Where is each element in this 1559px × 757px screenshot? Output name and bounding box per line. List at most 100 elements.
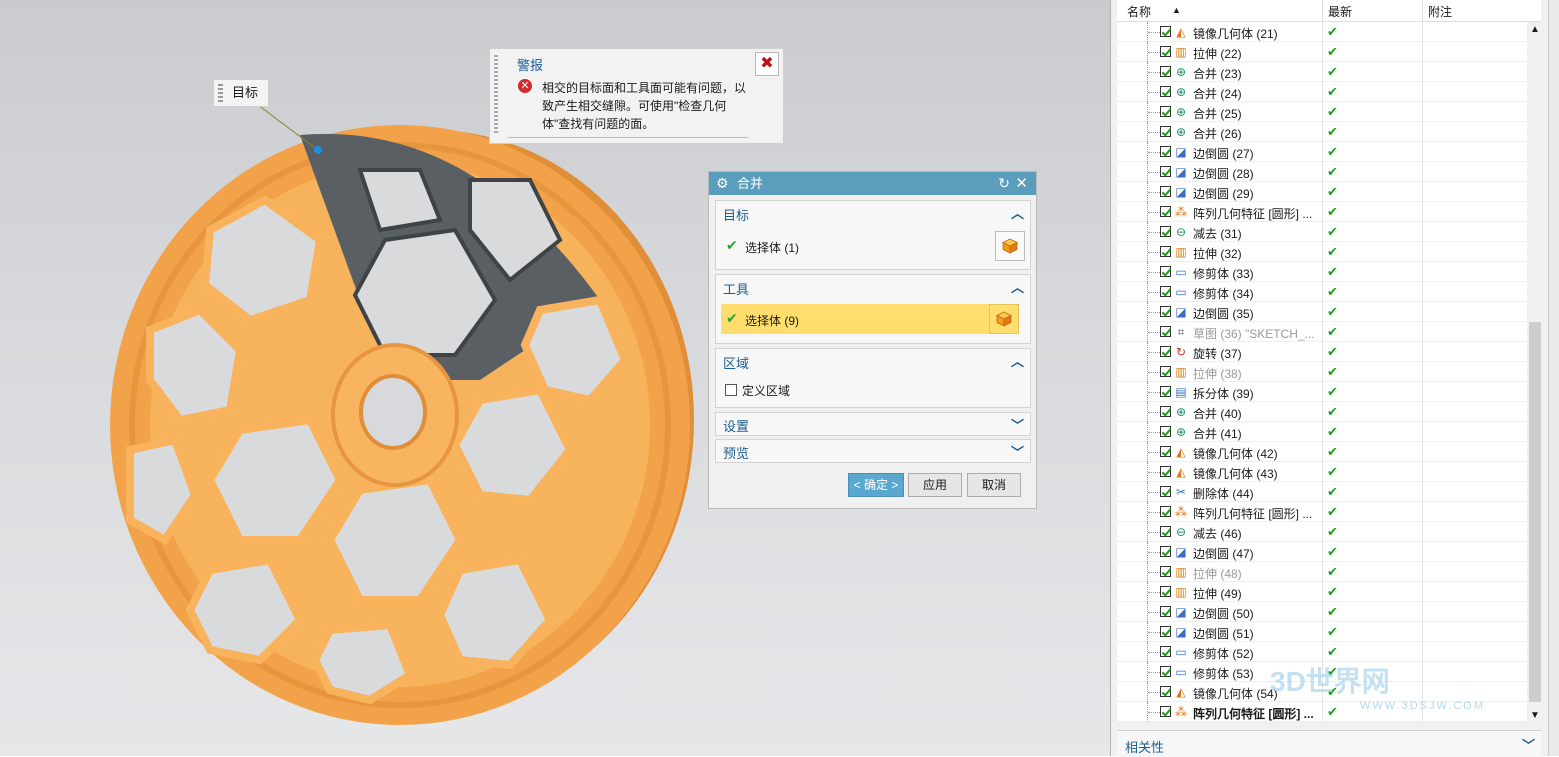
scroll-down-icon[interactable]: ▼ xyxy=(1530,710,1540,721)
tree-line xyxy=(1148,392,1160,393)
visibility-checkbox[interactable] xyxy=(1160,486,1171,497)
blend-icon: ◪ xyxy=(1175,545,1187,559)
drag-grip-icon[interactable] xyxy=(218,84,223,102)
drag-grip-icon[interactable] xyxy=(494,55,498,135)
tree-line xyxy=(1148,432,1160,433)
chevron-up-icon[interactable]: ︿ xyxy=(1011,203,1024,222)
graphics-window[interactable]: 目标 警报 ✕ 相交的目标面和工具面可能有问题，以致产生相交缝隙。可使用"检查几… xyxy=(0,0,1110,756)
resource-bar[interactable] xyxy=(1548,0,1559,756)
visibility-checkbox[interactable] xyxy=(1160,26,1171,37)
visibility-checkbox[interactable] xyxy=(1160,266,1171,277)
dependencies-panel-header[interactable]: 相关性 ﹀ xyxy=(1117,730,1541,757)
visibility-checkbox[interactable] xyxy=(1160,206,1171,217)
visibility-checkbox[interactable] xyxy=(1160,126,1171,137)
tree-line xyxy=(1148,652,1160,653)
blend-icon: ◪ xyxy=(1175,625,1187,639)
up-to-date-check-icon: ✔ xyxy=(1327,504,1338,519)
define-region-checkbox[interactable]: 定义区域 xyxy=(725,382,790,399)
visibility-checkbox[interactable] xyxy=(1160,46,1171,57)
visibility-checkbox[interactable] xyxy=(1160,106,1171,117)
section-title[interactable]: 区域 xyxy=(723,353,749,372)
cancel-button[interactable]: 取消 xyxy=(967,473,1021,497)
visibility-checkbox[interactable] xyxy=(1160,666,1171,677)
dialog-header[interactable]: ⚙ 合并 ↻ ✕ xyxy=(709,172,1036,195)
extrude-icon: ▥ xyxy=(1175,245,1187,259)
visibility-checkbox[interactable] xyxy=(1160,286,1171,297)
chevron-down-icon[interactable]: ﹀ xyxy=(1011,442,1024,461)
divider[interactable] xyxy=(1322,0,1323,21)
tree-line xyxy=(1148,252,1160,253)
ok-button[interactable]: < 确定 > xyxy=(848,473,904,497)
visibility-checkbox[interactable] xyxy=(1160,466,1171,477)
mirror-icon: ◭ xyxy=(1176,25,1186,39)
visibility-checkbox[interactable] xyxy=(1160,426,1171,437)
alert-close-button[interactable]: ✖ xyxy=(755,52,779,76)
visibility-checkbox[interactable] xyxy=(1160,406,1171,417)
column-name-header[interactable]: 名称 xyxy=(1127,3,1151,20)
visibility-checkbox[interactable] xyxy=(1160,246,1171,257)
alert-balloon: 警报 ✕ 相交的目标面和工具面可能有问题，以致产生相交缝隙。可使用"检查几何体"… xyxy=(489,48,784,144)
checkbox-box[interactable] xyxy=(725,384,737,396)
visibility-checkbox[interactable] xyxy=(1160,326,1171,337)
apply-button[interactable]: 应用 xyxy=(908,473,962,497)
chevron-down-icon[interactable]: ﹀ xyxy=(1522,735,1535,754)
chevron-up-icon[interactable]: ︿ xyxy=(1011,351,1024,370)
select-body-button[interactable] xyxy=(995,231,1025,261)
feature-name: 合并 (26) xyxy=(1193,127,1242,141)
visibility-checkbox[interactable] xyxy=(1160,686,1171,697)
gear-icon[interactable]: ⚙ xyxy=(716,172,729,195)
part-navigator: 名称 ▲ 最新 附注 ◭ 镜像几何体 (21) ✔ ▥ 拉伸 (22) ✔ ⊕ 合并 (23)… xyxy=(1110,0,1559,757)
target-select-body[interactable]: ✔ 选择体 (1) xyxy=(721,231,1025,261)
scroll-up-icon[interactable]: ▲ xyxy=(1530,24,1540,35)
visibility-checkbox[interactable] xyxy=(1160,66,1171,77)
visibility-checkbox[interactable] xyxy=(1160,566,1171,577)
visibility-checkbox[interactable] xyxy=(1160,86,1171,97)
visibility-checkbox[interactable] xyxy=(1160,346,1171,357)
up-to-date-check-icon: ✔ xyxy=(1327,344,1338,359)
select-body-button[interactable] xyxy=(989,304,1019,334)
mirror-icon: ◭ xyxy=(1176,685,1186,699)
visibility-checkbox[interactable] xyxy=(1160,366,1171,377)
scrollbar-thumb[interactable] xyxy=(1529,322,1541,702)
section-title[interactable]: 预览 xyxy=(723,443,749,462)
visibility-checkbox[interactable] xyxy=(1160,626,1171,637)
divider[interactable] xyxy=(1422,0,1423,21)
section-title[interactable]: 目标 xyxy=(723,205,749,224)
feature-name: 阵列几何特征 [圆形] ... xyxy=(1193,207,1313,221)
section-title[interactable]: 设置 xyxy=(723,416,749,435)
feature-name: 修剪体 (53) xyxy=(1193,667,1254,681)
visibility-checkbox[interactable] xyxy=(1160,546,1171,557)
tool-select-body[interactable]: ✔ 选择体 (9) xyxy=(721,304,1019,334)
visibility-checkbox[interactable] xyxy=(1160,446,1171,457)
alert-title: 警报 xyxy=(517,58,544,73)
visibility-checkbox[interactable] xyxy=(1160,166,1171,177)
visibility-checkbox[interactable] xyxy=(1160,506,1171,517)
visibility-checkbox[interactable] xyxy=(1160,706,1171,717)
column-latest-header[interactable]: 最新 xyxy=(1328,3,1352,20)
visibility-checkbox[interactable] xyxy=(1160,226,1171,237)
tree-line xyxy=(1148,352,1160,353)
section-title[interactable]: 工具 xyxy=(723,279,749,298)
sort-up-icon[interactable]: ▲ xyxy=(1172,5,1181,15)
close-icon[interactable]: ✕ xyxy=(1015,172,1028,195)
tree-scrollbar[interactable]: ▲ ▼ xyxy=(1527,22,1543,724)
reset-icon[interactable]: ↻ xyxy=(998,172,1010,195)
visibility-checkbox[interactable] xyxy=(1160,386,1171,397)
feature-name: 修剪体 (52) xyxy=(1193,647,1254,661)
visibility-checkbox[interactable] xyxy=(1160,146,1171,157)
preview-section[interactable]: 预览 ﹀ xyxy=(715,439,1031,463)
visibility-checkbox[interactable] xyxy=(1160,186,1171,197)
visibility-checkbox[interactable] xyxy=(1160,586,1171,597)
visibility-checkbox[interactable] xyxy=(1160,306,1171,317)
tree-line xyxy=(1148,232,1160,233)
trim-icon: ▭ xyxy=(1175,645,1187,659)
visibility-checkbox[interactable] xyxy=(1160,606,1171,617)
blend-icon: ◪ xyxy=(1175,165,1187,179)
settings-section[interactable]: 设置 ﹀ xyxy=(715,412,1031,436)
chevron-up-icon[interactable]: ︿ xyxy=(1011,277,1024,296)
visibility-checkbox[interactable] xyxy=(1160,646,1171,657)
feature-name: 草图 (36) "SKETCH_... xyxy=(1193,327,1315,341)
column-note-header[interactable]: 附注 xyxy=(1428,3,1452,20)
chevron-down-icon[interactable]: ﹀ xyxy=(1011,415,1024,434)
visibility-checkbox[interactable] xyxy=(1160,526,1171,537)
